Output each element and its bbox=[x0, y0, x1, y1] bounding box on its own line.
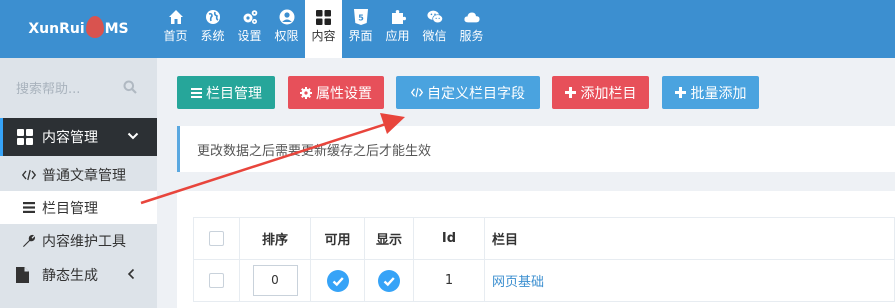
code-icon bbox=[411, 87, 423, 99]
sidebar-item-categories[interactable]: 栏目管理 bbox=[0, 191, 157, 224]
puzzle-icon bbox=[390, 9, 406, 25]
code-icon bbox=[22, 168, 36, 182]
category-management-button[interactable]: 栏目管理 bbox=[177, 76, 275, 109]
column-header-visible[interactable]: 显示 bbox=[364, 217, 414, 260]
grid-icon bbox=[316, 9, 332, 25]
row-select-cell[interactable] bbox=[193, 259, 240, 302]
batch-add-button[interactable]: 批量添加 bbox=[662, 76, 759, 109]
row-checkbox[interactable] bbox=[209, 273, 224, 288]
column-header-enabled[interactable]: 可用 bbox=[310, 217, 365, 260]
logo[interactable]: XunRui MS bbox=[0, 0, 157, 58]
nav-item-interface[interactable]: 5 界面 bbox=[342, 0, 379, 58]
nav-item-permissions[interactable]: 权限 bbox=[268, 0, 305, 58]
sidebar-item-label: 静态生成 bbox=[42, 268, 98, 284]
visible-check-icon[interactable] bbox=[378, 269, 400, 292]
select-all-checkbox[interactable] bbox=[209, 231, 224, 246]
custom-category-fields-button[interactable]: 自定义栏目字段 bbox=[396, 76, 540, 109]
html5-icon: 5 bbox=[353, 9, 369, 25]
nav-item-services[interactable]: 服务 bbox=[453, 0, 490, 58]
category-table: 排序 可用 显示 Id 栏目 0 1 网页基础 bbox=[193, 217, 895, 302]
notice-text: 更改数据之后需要更新缓存之后才能生效 bbox=[197, 143, 432, 159]
sidebar-item-label: 内容维护工具 bbox=[42, 233, 126, 250]
wrench-icon bbox=[22, 234, 36, 248]
file-icon bbox=[16, 267, 30, 283]
sidebar-item-articles[interactable]: 普通文章管理 bbox=[0, 158, 157, 191]
cloud-icon bbox=[463, 9, 480, 25]
nav-item-content[interactable]: 内容 bbox=[305, 0, 342, 58]
nav-label: 内容 bbox=[311, 29, 336, 43]
table-row: 0 1 网页基础 bbox=[193, 259, 895, 302]
nav-label: 首页 bbox=[163, 29, 188, 43]
svg-text:5: 5 bbox=[358, 14, 364, 23]
visible-cell bbox=[364, 259, 414, 302]
cache-notice: 更改数据之后需要更新缓存之后才能生效 bbox=[177, 126, 895, 172]
sidebar-section-content-management[interactable]: 内容管理 bbox=[0, 118, 157, 156]
plus-icon bbox=[565, 87, 577, 99]
button-label: 批量添加 bbox=[690, 85, 747, 102]
nav-item-settings[interactable]: 设置 bbox=[231, 0, 268, 58]
enabled-check-icon[interactable] bbox=[326, 269, 349, 292]
sidebar-section-label: 内容管理 bbox=[42, 130, 98, 146]
logo-text-prefix: XunRui bbox=[28, 21, 85, 37]
button-label: 自定义栏目字段 bbox=[427, 85, 525, 102]
nav-item-home[interactable]: 首页 bbox=[157, 0, 194, 58]
main-content: 栏目管理 属性设置 自定义栏目字段 添加栏目 批量添加 更改数据之后需要更新缓存… bbox=[157, 58, 895, 308]
column-header-category[interactable]: 栏目 bbox=[484, 217, 895, 260]
chevron-left-icon bbox=[127, 268, 135, 284]
nav-label: 微信 bbox=[422, 29, 447, 43]
main-nav: 首页 系统 设置 权限 内容 5 界面 应用 微信 服务 bbox=[157, 0, 490, 58]
id-cell: 1 bbox=[413, 259, 485, 302]
button-label: 栏目管理 bbox=[206, 85, 262, 102]
list-icon bbox=[22, 201, 36, 215]
nav-item-apps[interactable]: 应用 bbox=[379, 0, 416, 58]
search-input[interactable]: 搜索帮助... bbox=[16, 78, 80, 97]
globe-icon bbox=[205, 9, 221, 25]
button-label: 属性设置 bbox=[316, 85, 372, 102]
nav-item-system[interactable]: 系统 bbox=[194, 0, 231, 58]
column-header-order[interactable]: 排序 bbox=[239, 217, 311, 260]
gear-icon bbox=[300, 86, 312, 99]
chevron-down-icon bbox=[127, 130, 139, 146]
nav-label: 设置 bbox=[237, 29, 262, 43]
nav-label: 系统 bbox=[200, 29, 225, 43]
logo-text-suffix: MS bbox=[104, 21, 129, 37]
enabled-cell bbox=[310, 259, 365, 302]
column-header-id[interactable]: Id bbox=[413, 217, 485, 260]
list-icon bbox=[190, 87, 202, 99]
sidebar: 搜索帮助... 内容管理 普通文章管理 栏目管理 内容维护工具 静态生成 bbox=[0, 58, 157, 308]
sidebar-item-label: 普通文章管理 bbox=[42, 167, 126, 184]
sidebar-search[interactable]: 搜索帮助... bbox=[10, 74, 147, 100]
sidebar-item-maintenance-tools[interactable]: 内容维护工具 bbox=[0, 224, 157, 257]
nav-label: 服务 bbox=[459, 29, 484, 43]
home-icon bbox=[168, 9, 184, 25]
nav-label: 界面 bbox=[348, 29, 373, 43]
user-circle-icon bbox=[279, 9, 295, 25]
wechat-icon bbox=[426, 9, 443, 25]
search-icon[interactable] bbox=[123, 80, 137, 94]
add-category-button[interactable]: 添加栏目 bbox=[552, 76, 649, 109]
grid-icon bbox=[17, 129, 33, 145]
order-cell: 0 bbox=[239, 259, 311, 302]
nav-label: 权限 bbox=[274, 29, 299, 43]
plus-icon bbox=[675, 87, 687, 99]
category-table-panel: 排序 可用 显示 Id 栏目 0 1 网页基础 bbox=[177, 191, 895, 308]
order-input[interactable]: 0 bbox=[252, 265, 298, 296]
category-name-link[interactable]: 网页基础 bbox=[484, 259, 895, 302]
cogs-icon bbox=[242, 9, 258, 25]
logo-drop-icon bbox=[85, 16, 104, 38]
sidebar-item-label: 栏目管理 bbox=[42, 200, 98, 217]
select-all-cell[interactable] bbox=[193, 217, 240, 260]
button-label: 添加栏目 bbox=[580, 85, 637, 102]
nav-label: 应用 bbox=[385, 29, 410, 43]
sidebar-item-static-generation[interactable]: 静态生成 bbox=[0, 258, 157, 292]
nav-item-wechat[interactable]: 微信 bbox=[416, 0, 453, 58]
table-header-row: 排序 可用 显示 Id 栏目 bbox=[193, 217, 895, 260]
attribute-settings-button[interactable]: 属性设置 bbox=[288, 76, 384, 109]
top-bar: XunRui MS 首页 系统 设置 权限 内容 5 界面 应用 微信 服务 bbox=[0, 0, 895, 58]
